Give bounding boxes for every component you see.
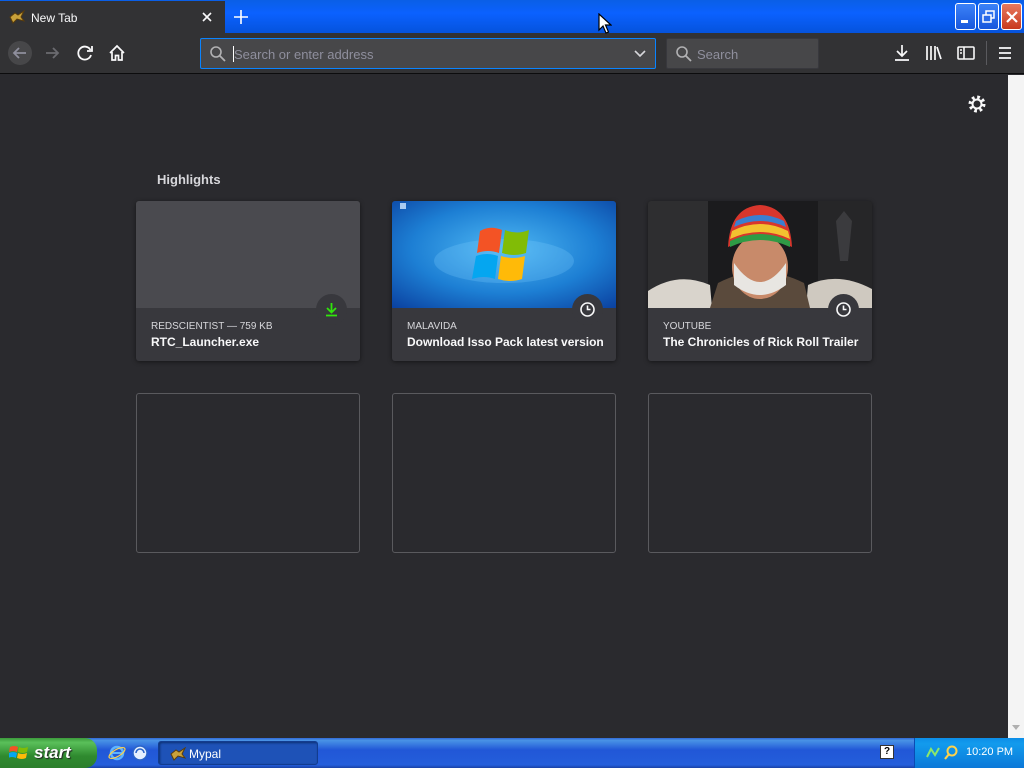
card-badge	[828, 294, 859, 325]
mouse-cursor-icon	[598, 13, 612, 34]
taskbar-item-label: Mypal	[189, 747, 222, 761]
forward-button[interactable]	[41, 41, 65, 65]
chevron-down-icon[interactable]	[633, 48, 647, 60]
home-button[interactable]	[105, 41, 129, 65]
restore-button[interactable]	[978, 3, 999, 30]
video-thumbnail	[648, 201, 872, 308]
menu-button[interactable]	[993, 41, 1017, 65]
card-source: MALAVIDA	[407, 321, 457, 332]
tab-title: New Tab	[31, 11, 78, 25]
empty-highlight-slot	[648, 393, 872, 553]
url-input[interactable]: Search or enter address	[234, 47, 373, 62]
taskbar-item-mypal[interactable]: Mypal	[158, 741, 318, 765]
search-icon[interactable]	[943, 745, 959, 761]
mypal-icon	[170, 747, 186, 761]
card-title: The Chronicles of Rick Roll Trailer	[663, 335, 859, 349]
tab-new-tab[interactable]: New Tab	[0, 1, 225, 33]
search-bar[interactable]: Search	[666, 38, 819, 69]
new-tab-button[interactable]	[230, 6, 252, 28]
card-title: RTC_Launcher.exe	[151, 335, 260, 349]
section-title: Highlights	[157, 172, 221, 187]
empty-highlight-slot	[136, 393, 360, 553]
clock-icon	[580, 302, 595, 317]
windows-wallpaper-thumbnail	[392, 201, 616, 308]
card-title: Download Isso Pack latest version	[407, 335, 604, 349]
restore-icon	[982, 10, 995, 23]
internet-explorer-icon[interactable]	[108, 744, 126, 762]
scroll-down-icon[interactable]	[1012, 725, 1020, 731]
download-icon	[326, 303, 337, 317]
taskbar: start Mypal ? 10:20 PM	[0, 738, 1024, 768]
empty-highlight-slot	[392, 393, 616, 553]
sidebar-button[interactable]	[954, 41, 978, 65]
help-icon[interactable]: ?	[880, 745, 894, 759]
highlight-card[interactable]: REDSCIENTIST — 759 KB RTC_Launcher.exe	[136, 201, 360, 361]
card-badge	[316, 294, 347, 325]
system-tray: 10:20 PM	[914, 738, 1024, 768]
highlight-card[interactable]: YOUTUBE The Chronicles of Rick Roll Trai…	[648, 201, 872, 361]
toolbar-separator	[986, 41, 987, 65]
title-bar: New Tab	[0, 0, 1024, 33]
card-source: YOUTUBE	[663, 321, 712, 332]
start-button[interactable]: start	[0, 738, 97, 768]
start-label: start	[34, 743, 71, 762]
highlight-card[interactable]: MALAVIDA Download Isso Pack latest versi…	[392, 201, 616, 361]
windows-logo-icon	[9, 746, 28, 759]
downloads-button[interactable]	[890, 41, 914, 65]
new-tab-page: Highlights REDSCIENTIST — 759 KB RTC_Lau…	[0, 75, 1008, 738]
close-window-button[interactable]	[1001, 3, 1022, 30]
minimize-icon	[961, 20, 968, 23]
close-tab-icon[interactable]	[199, 9, 215, 25]
library-button[interactable]	[922, 41, 946, 65]
search-icon	[210, 46, 226, 62]
clock-icon	[836, 302, 851, 317]
navigation-toolbar: Search or enter address Search	[0, 33, 1024, 74]
mypal-icon	[9, 10, 25, 24]
browser-icon[interactable]	[131, 744, 149, 762]
card-badge	[572, 294, 603, 325]
clock: 10:20 PM	[966, 746, 1014, 758]
reload-button[interactable]	[73, 41, 97, 65]
close-icon	[1006, 11, 1018, 23]
search-icon	[676, 46, 692, 62]
back-button[interactable]	[8, 41, 32, 65]
gear-icon[interactable]	[967, 94, 987, 114]
vertical-scrollbar[interactable]	[1008, 75, 1024, 738]
url-bar[interactable]: Search or enter address	[200, 38, 656, 69]
card-source: REDSCIENTIST — 759 KB	[151, 321, 273, 332]
minimize-button[interactable]	[955, 3, 976, 30]
card-thumbnail	[136, 201, 360, 308]
search-input[interactable]: Search	[697, 47, 738, 62]
network-icon[interactable]	[925, 745, 941, 761]
